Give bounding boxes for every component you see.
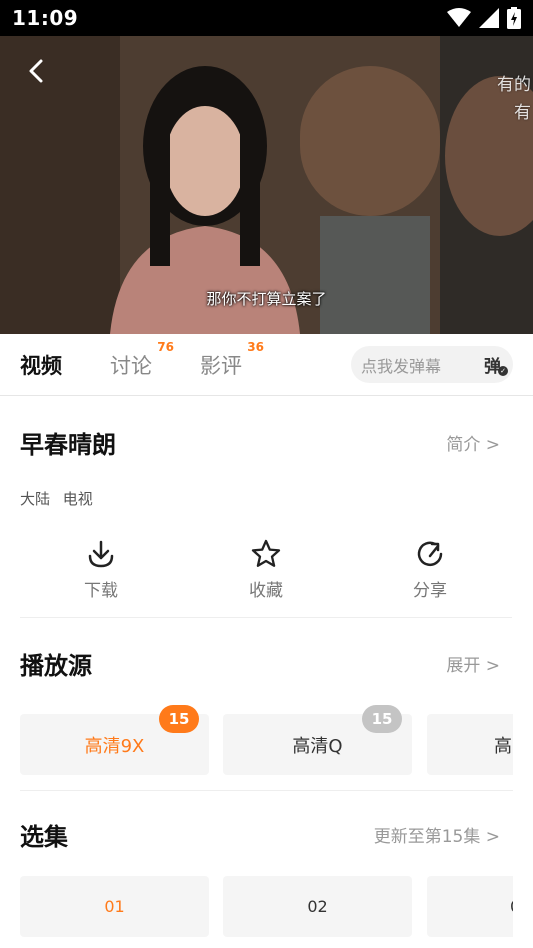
back-arrow-icon[interactable] — [22, 56, 52, 86]
download-button[interactable]: 下载 — [56, 534, 146, 601]
status-time: 11:09 — [12, 6, 79, 30]
source-label: 高清Q — [292, 735, 343, 757]
video-subtitle: 那你不打算立案了 — [206, 290, 327, 308]
danmaku-comment: 有的 — [497, 75, 531, 95]
cellular-signal-icon — [479, 8, 499, 28]
source-chip[interactable]: 高清9X 15 — [20, 705, 209, 775]
video-player[interactable]: 有的 有 那你不打算立案了 — [0, 36, 533, 334]
section-divider — [20, 790, 513, 791]
intro-link[interactable]: 简介 > — [446, 430, 500, 455]
episode-chip[interactable]: 02 — [223, 876, 412, 937]
tab-discussion[interactable]: 讨论 76 — [110, 340, 174, 380]
sources-header: 播放源 展开 > — [20, 641, 500, 685]
share-button[interactable]: 分享 — [385, 534, 475, 601]
tag-type: 电视 — [62, 490, 93, 508]
show-tags: 大陆 电视 — [20, 488, 101, 509]
episode-chip[interactable]: 0 — [427, 876, 513, 937]
download-label: 下载 — [84, 581, 118, 601]
source-label: 高 — [494, 735, 512, 757]
episodes-list: 01 02 0 — [20, 876, 513, 946]
danmaku-input-placeholder: 点我发弹幕 — [361, 356, 442, 376]
source-chip[interactable]: 高 — [427, 714, 513, 775]
danmaku-comment: 有 — [514, 103, 531, 123]
source-chip[interactable]: 高清Q 15 — [223, 705, 412, 775]
share-label: 分享 — [413, 581, 447, 601]
sources-expand-link[interactable]: 展开 > — [446, 651, 500, 676]
download-icon — [88, 540, 114, 568]
tab-label: 讨论 — [110, 353, 152, 378]
favorite-button[interactable]: 收藏 — [221, 534, 311, 601]
action-bar: 下载 收藏 分享 — [20, 534, 512, 618]
wifi-icon — [447, 8, 471, 27]
sources-title: 播放源 — [20, 651, 92, 680]
tab-label: 影评 — [200, 353, 242, 378]
source-label: 高清9X — [84, 735, 145, 757]
episodes-header: 选集 更新至第15集 > — [20, 812, 500, 856]
show-header: 早春晴朗 简介 > — [20, 420, 500, 464]
episodes-update-link[interactable]: 更新至第15集 > — [374, 822, 500, 847]
tag-region: 大陆 — [20, 490, 51, 508]
tab-reviews[interactable]: 影评 36 — [200, 340, 264, 380]
episode-count-badge: 15 — [159, 705, 199, 733]
share-icon — [417, 541, 443, 567]
tab-label: 视频 — [20, 353, 62, 378]
star-icon — [251, 539, 281, 567]
episodes-title: 选集 — [20, 822, 68, 851]
danmaku-toggle-button[interactable]: 弹 ✓ — [484, 352, 508, 377]
status-bar: 11:09 — [0, 0, 533, 36]
tab-count-badge: 76 — [157, 339, 174, 354]
danmaku-input[interactable]: 点我发弹幕 弹 ✓ — [351, 346, 513, 383]
content-tabs: 视频 讨论 76 影评 36 点我发弹幕 弹 ✓ — [0, 334, 533, 396]
tab-count-badge: 36 — [247, 339, 264, 354]
show-title: 早春晴朗 — [20, 430, 116, 459]
episode-count-badge: 15 — [362, 705, 402, 733]
sources-list: 高清9X 15 高清Q 15 高 — [20, 704, 513, 784]
episode-chip[interactable]: 01 — [20, 876, 209, 937]
check-icon: ✓ — [498, 366, 508, 376]
tab-video[interactable]: 视频 — [20, 350, 62, 380]
favorite-label: 收藏 — [249, 581, 283, 601]
battery-icon — [507, 7, 521, 29]
status-icons — [447, 7, 521, 29]
